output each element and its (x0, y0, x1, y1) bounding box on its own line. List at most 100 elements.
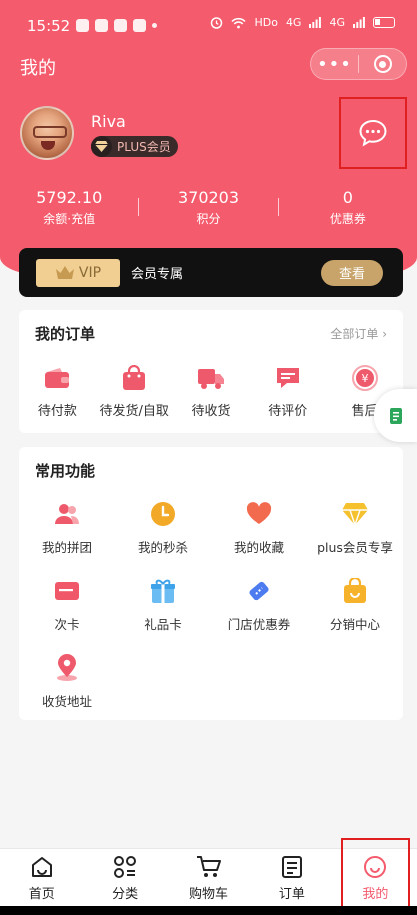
target-icon (373, 55, 392, 73)
coupon-value: 0 (342, 187, 353, 207)
hd-label: HDo (254, 16, 278, 29)
wifi-icon (231, 17, 247, 28)
comment-icon (276, 368, 299, 388)
network-label-1: 4G (285, 16, 302, 29)
system-icons: HDo 4G 4G (210, 16, 395, 29)
mini-program-capsule: ••• (310, 48, 407, 80)
plus-member-badge[interactable]: PLUS会员 (91, 136, 178, 157)
feature-label: 我的收藏 (233, 540, 284, 555)
telegram-icon (114, 19, 127, 32)
feature-shipping-address[interactable]: 收货地址 (19, 653, 115, 720)
points-stat[interactable]: 370203 积分 (139, 188, 277, 227)
coupon-stat[interactable]: 0 优惠券 (279, 188, 417, 227)
network-label-2: 4G (329, 16, 345, 29)
refund-icon: ¥ (351, 365, 378, 391)
vip-view-button[interactable]: 查看 (321, 259, 383, 286)
diamond-icon (342, 503, 368, 526)
clock-icon (151, 502, 175, 526)
truck-icon (197, 369, 224, 389)
vip-tag-label: VIP (78, 264, 102, 281)
feature-favorites[interactable]: 我的收藏 (211, 499, 307, 576)
balance-value: 5792.10 (36, 187, 103, 207)
order-pending-payment[interactable]: 待付款 (19, 364, 96, 419)
order-pending-receipt[interactable]: 待收货 (173, 364, 250, 419)
feature-label: 我的拼团 (41, 540, 92, 555)
avatar[interactable] (20, 106, 74, 160)
wallet-icon (45, 368, 70, 388)
home-icon (31, 856, 52, 877)
feature-distribution[interactable]: 分销中心 (307, 576, 403, 653)
system-nav-strip (0, 906, 417, 915)
more-icon: ••• (317, 53, 352, 75)
order-status-label: 待收货 (191, 404, 231, 419)
tab-cart[interactable]: 购物车 (167, 849, 250, 906)
feature-count-card[interactable]: 次卡 (19, 576, 115, 653)
account-stats: 5792.10 余额·充值 370203 积分 0 优惠券 (0, 187, 417, 227)
tab-label: 首页 (28, 886, 55, 902)
category-icon (114, 855, 137, 878)
card-icon (55, 582, 79, 600)
feature-label: 门店优惠券 (227, 617, 291, 632)
vip-banner: VIP 会员专属 查看 (19, 248, 403, 297)
gift-icon (151, 579, 175, 603)
tab-orders[interactable]: 订单 (250, 849, 333, 906)
close-button[interactable] (359, 49, 406, 79)
balance-stat[interactable]: 5792.10 余额·充值 (0, 188, 138, 227)
vip-exclusive-label: 会员专属 (131, 267, 184, 282)
feature-label: 次卡 (54, 617, 80, 632)
mail-icon (133, 19, 146, 32)
floating-side-button[interactable] (374, 389, 417, 442)
diamond-icon (91, 136, 112, 157)
points-label: 积分 (196, 211, 221, 226)
message-button[interactable] (339, 97, 407, 169)
vip-tag: VIP (36, 258, 120, 287)
features-grid: 我的拼团 我的秒杀 我的收藏 plus会员专享 次卡 礼品卡 门店优惠券 分销中… (19, 499, 403, 720)
feature-group-buy[interactable]: 我的拼团 (19, 499, 115, 576)
battery-icon (373, 17, 395, 28)
notification-icons (76, 19, 157, 32)
order-pending-ship[interactable]: 待发货/自取 (96, 364, 173, 419)
order-icon (281, 855, 302, 878)
plus-member-label: PLUS会员 (117, 140, 171, 154)
feature-label: 礼品卡 (144, 617, 182, 632)
feature-store-coupon[interactable]: 门店优惠券 (211, 576, 307, 653)
feature-flash-sale[interactable]: 我的秒杀 (115, 499, 211, 576)
tab-category[interactable]: 分类 (83, 849, 166, 906)
location-icon (57, 654, 77, 681)
feature-label: 我的秒杀 (137, 540, 188, 555)
alarm-icon (211, 17, 223, 29)
points-value: 370203 (177, 187, 240, 207)
bag-smile-icon (344, 578, 366, 603)
document-icon (389, 407, 402, 424)
more-button[interactable]: ••• (311, 49, 358, 79)
all-orders-link[interactable]: 全部订单 › (330, 325, 387, 342)
order-status-label: 待评价 (268, 404, 308, 419)
crown-icon (55, 266, 74, 279)
username: Riva (91, 112, 126, 131)
feature-plus-exclusive[interactable]: plus会员专享 (307, 499, 403, 576)
app-icon (95, 19, 108, 32)
orders-title: 我的订单 (35, 324, 96, 343)
wechat-icon (76, 19, 89, 32)
orders-header: 我的订单 全部订单 › (19, 310, 403, 356)
tab-home[interactable]: 首页 (0, 849, 83, 906)
group-icon (55, 504, 79, 524)
svg-text:¥: ¥ (361, 372, 368, 385)
order-status-row: 待付款 待发货/自取 待收货 待评价 ¥ 售后 (19, 364, 403, 419)
common-features-card: 常用功能 我的拼团 我的秒杀 我的收藏 plus会员专享 次卡 礼品卡 门店优惠… (19, 447, 403, 720)
status-time: 15:52 (27, 17, 71, 35)
feature-gift-card[interactable]: 礼品卡 (115, 576, 211, 653)
page-title: 我的 (20, 58, 56, 79)
order-pending-review[interactable]: 待评价 (249, 364, 326, 419)
dot-icon (152, 23, 157, 28)
tab-label: 订单 (278, 886, 305, 902)
coupon-icon (249, 581, 269, 601)
coupon-label: 优惠券 (329, 211, 366, 226)
features-title: 常用功能 (35, 461, 96, 480)
features-header: 常用功能 (19, 447, 403, 493)
feature-label: 分销中心 (329, 617, 380, 632)
order-status-label: 待发货/自取 (99, 404, 169, 419)
signal-icon (309, 17, 322, 28)
chat-bubble-icon (359, 119, 387, 147)
heart-icon (246, 502, 272, 524)
